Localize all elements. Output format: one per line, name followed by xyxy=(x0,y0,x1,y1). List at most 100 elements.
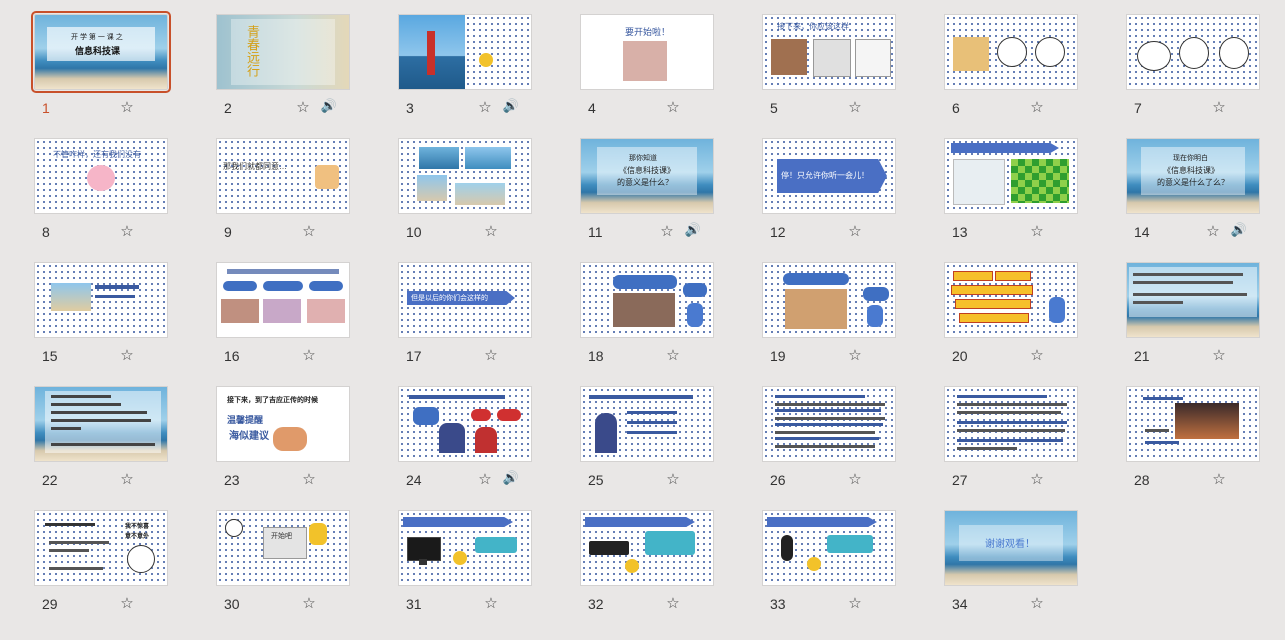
slide-thumbnail[interactable]: 现在你明白 《信息科技课》 的意义是什么了么？ xyxy=(1126,138,1260,214)
slide-thumbnail[interactable]: 接下来，到了吉应正传的时候 温馨提醒 海似建议 xyxy=(216,386,350,462)
slide-thumbnail[interactable]: 不管咋样，还有我们没有 xyxy=(34,138,168,214)
star-icon[interactable]: ☆ xyxy=(118,470,136,488)
slide-thumbnail[interactable]: 我不惊喜 意不意外 xyxy=(34,510,168,586)
star-icon[interactable]: ☆ xyxy=(294,98,312,116)
slide-22[interactable]: 22 ☆ xyxy=(34,386,168,490)
slide-3[interactable]: 3 ☆ 🔊 xyxy=(398,14,532,118)
slide-thumbnail[interactable] xyxy=(216,262,350,338)
star-icon[interactable]: ☆ xyxy=(1028,594,1046,612)
star-icon[interactable]: ☆ xyxy=(846,470,864,488)
slide-20[interactable]: 20 ☆ xyxy=(944,262,1078,366)
audio-icon[interactable]: 🔊 xyxy=(684,222,702,240)
slide-thumbnail[interactable] xyxy=(762,386,896,462)
slide-26[interactable]: 26 ☆ xyxy=(762,386,896,490)
star-icon[interactable]: ☆ xyxy=(846,346,864,364)
slide-thumbnail[interactable] xyxy=(944,262,1078,338)
slide-thumbnail[interactable] xyxy=(34,262,168,338)
slide-1[interactable]: 开 学 第 一 课 之 信息科技课 1 ☆ xyxy=(31,11,171,118)
star-icon[interactable]: ☆ xyxy=(658,222,676,240)
slide-thumbnail[interactable] xyxy=(944,386,1078,462)
slide-thumbnail[interactable] xyxy=(1126,386,1260,462)
slide-thumbnail[interactable]: 但是以后的你们会这样的 xyxy=(398,262,532,338)
slide-21[interactable]: 21 ☆ xyxy=(1126,262,1260,366)
slide-thumbnail[interactable] xyxy=(580,262,714,338)
slide-thumbnail[interactable] xyxy=(1126,14,1260,90)
slide-thumbnail[interactable] xyxy=(762,262,896,338)
star-icon[interactable]: ☆ xyxy=(476,98,494,116)
slide-34[interactable]: 谢谢观看！ 34 ☆ xyxy=(944,510,1078,614)
slide-11[interactable]: 那你知道 《信息科技课》 的意义是什么？ 11 ☆ 🔊 xyxy=(580,138,714,242)
slide-23[interactable]: 接下来，到了吉应正传的时候 温馨提醒 海似建议 23 ☆ xyxy=(216,386,350,490)
slide-thumbnail[interactable] xyxy=(1126,262,1260,338)
star-icon[interactable]: ☆ xyxy=(1210,346,1228,364)
slide-thumbnail[interactable] xyxy=(580,510,714,586)
star-icon[interactable]: ☆ xyxy=(664,346,682,364)
slide-thumbnail[interactable]: 要开始啦！ xyxy=(580,14,714,90)
slide-4[interactable]: 要开始啦！ 4 ☆ xyxy=(580,14,714,118)
slide-thumbnail[interactable] xyxy=(944,138,1078,214)
star-icon[interactable]: ☆ xyxy=(118,594,136,612)
slide-30[interactable]: 开始吧 30 ☆ xyxy=(216,510,350,614)
slide-thumbnail[interactable]: 青春远行 xyxy=(216,14,350,90)
star-icon[interactable]: ☆ xyxy=(482,346,500,364)
star-icon[interactable]: ☆ xyxy=(1210,470,1228,488)
slide-thumbnail[interactable] xyxy=(34,386,168,462)
slide-thumbnail[interactable] xyxy=(944,14,1078,90)
slide-12[interactable]: 停！只允许你听一会儿！ 12 ☆ xyxy=(762,138,896,242)
slide-10[interactable]: 10 ☆ xyxy=(398,138,532,242)
star-icon[interactable]: ☆ xyxy=(1204,222,1222,240)
slide-thumbnail[interactable] xyxy=(398,14,532,90)
slide-thumbnail[interactable] xyxy=(398,510,532,586)
audio-icon[interactable]: 🔊 xyxy=(502,98,520,116)
slide-27[interactable]: 27 ☆ xyxy=(944,386,1078,490)
star-icon[interactable]: ☆ xyxy=(1210,98,1228,116)
star-icon[interactable]: ☆ xyxy=(664,594,682,612)
star-icon[interactable]: ☆ xyxy=(300,222,318,240)
slide-13[interactable]: 13 ☆ xyxy=(944,138,1078,242)
star-icon[interactable]: ☆ xyxy=(300,346,318,364)
star-icon[interactable]: ☆ xyxy=(118,346,136,364)
slide-18[interactable]: 18 ☆ xyxy=(580,262,714,366)
slide-25[interactable]: 25 ☆ xyxy=(580,386,714,490)
star-icon[interactable]: ☆ xyxy=(846,594,864,612)
slide-28[interactable]: 28 ☆ xyxy=(1126,386,1260,490)
slide-19[interactable]: 19 ☆ xyxy=(762,262,896,366)
slide-thumbnail[interactable] xyxy=(580,386,714,462)
slide-33[interactable]: 33 ☆ xyxy=(762,510,896,614)
slide-thumbnail[interactable]: 那我们就都同意… xyxy=(216,138,350,214)
slide-6[interactable]: 6 ☆ xyxy=(944,14,1078,118)
star-icon[interactable]: ☆ xyxy=(1028,346,1046,364)
slide-24[interactable]: 24 ☆ 🔊 xyxy=(398,386,532,490)
slide-29[interactable]: 我不惊喜 意不意外 29 ☆ xyxy=(34,510,168,614)
slide-32[interactable]: 32 ☆ xyxy=(580,510,714,614)
slide-thumbnail[interactable]: 开 学 第 一 课 之 信息科技课 xyxy=(31,11,171,93)
audio-icon[interactable]: 🔊 xyxy=(502,470,520,488)
star-icon[interactable]: ☆ xyxy=(846,98,864,116)
slide-7[interactable]: 7 ☆ xyxy=(1126,14,1260,118)
star-icon[interactable]: ☆ xyxy=(1028,470,1046,488)
slide-thumbnail[interactable]: 开始吧 xyxy=(216,510,350,586)
slide-9[interactable]: 那我们就都同意… 9 ☆ xyxy=(216,138,350,242)
slide-17[interactable]: 但是以后的你们会这样的 17 ☆ xyxy=(398,262,532,366)
star-icon[interactable]: ☆ xyxy=(482,594,500,612)
slide-thumbnail[interactable] xyxy=(398,138,532,214)
slide-thumbnail[interactable] xyxy=(762,510,896,586)
slide-8[interactable]: 不管咋样，还有我们没有 8 ☆ xyxy=(34,138,168,242)
audio-icon[interactable]: 🔊 xyxy=(320,98,338,116)
slide-14[interactable]: 现在你明白 《信息科技课》 的意义是什么了么？ 14 ☆ 🔊 xyxy=(1126,138,1260,242)
slide-2[interactable]: 青春远行 2 ☆ 🔊 xyxy=(216,14,350,118)
slide-thumbnail[interactable]: 那你知道 《信息科技课》 的意义是什么？ xyxy=(580,138,714,214)
star-icon[interactable]: ☆ xyxy=(1028,222,1046,240)
slide-5[interactable]: 接下来，你应该这样 5 ☆ xyxy=(762,14,896,118)
star-icon[interactable]: ☆ xyxy=(664,470,682,488)
star-icon[interactable]: ☆ xyxy=(118,98,136,116)
slide-thumbnail[interactable]: 谢谢观看！ xyxy=(944,510,1078,586)
audio-icon[interactable]: 🔊 xyxy=(1230,222,1248,240)
star-icon[interactable]: ☆ xyxy=(118,222,136,240)
star-icon[interactable]: ☆ xyxy=(300,470,318,488)
slide-16[interactable]: 16 ☆ xyxy=(216,262,350,366)
star-icon[interactable]: ☆ xyxy=(482,222,500,240)
star-icon[interactable]: ☆ xyxy=(664,98,682,116)
slide-thumbnail[interactable]: 停！只允许你听一会儿！ xyxy=(762,138,896,214)
star-icon[interactable]: ☆ xyxy=(846,222,864,240)
